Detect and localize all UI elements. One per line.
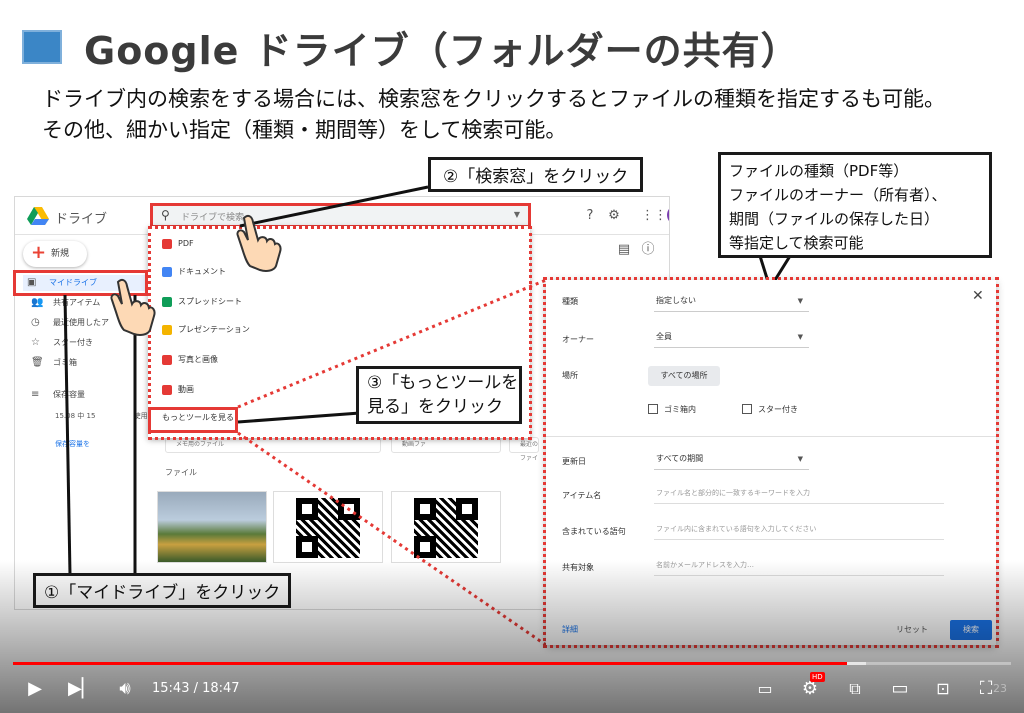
zoom-line-bottom: [237, 431, 547, 647]
callout-step-1: ①「マイドライブ」をクリック: [33, 573, 292, 608]
cast-icon[interactable]: ⊡: [930, 676, 956, 702]
hd-badge: HD: [810, 672, 825, 682]
progress-fill[interactable]: [13, 662, 848, 665]
callout-step-2: ②「検索窓」をクリック: [428, 157, 644, 192]
progress-buffer: [847, 662, 867, 665]
miniplayer-icon[interactable]: ⧉: [842, 676, 868, 702]
slide: Google ドライブ（フォルダーの共有） ドライブ内の検索をする場合には、検索…: [0, 0, 1024, 713]
callout-step-3: ③「もっとツールを 見る」をクリック: [356, 366, 522, 424]
volume-icon[interactable]: 🔊︎: [110, 676, 140, 702]
callout-1-pointer-left: [63, 294, 72, 576]
play-icon[interactable]: ▶: [22, 676, 48, 702]
captions-icon[interactable]: ▭: [752, 676, 778, 702]
next-icon[interactable]: ▶▏: [68, 676, 96, 702]
pointing-hand-icon: [110, 278, 156, 336]
slide-page-number: 23: [993, 682, 1007, 695]
advanced-panel-dotted-frame: [543, 277, 999, 648]
theater-mode-icon[interactable]: ▭: [886, 676, 914, 702]
callout-info: ファイルの種類（PDF等） ファイルのオーナー（所有者）、 期間（ファイルの保存…: [718, 152, 992, 258]
gear-icon[interactable]: ⚙ HD: [796, 672, 825, 702]
time-display: 15:43 / 18:47: [152, 681, 240, 696]
pointing-hand-icon: [236, 214, 282, 272]
